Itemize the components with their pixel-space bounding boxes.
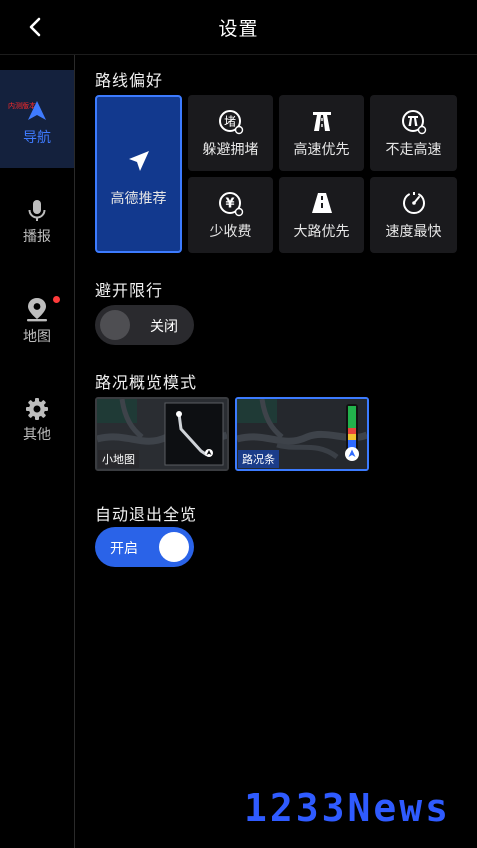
overview-mode-traffic-bar[interactable]: 路况条	[235, 397, 369, 471]
route-option-label: 不走高速	[385, 142, 442, 158]
sidebar: 内测版本 导航 播报 地图 其他	[0, 55, 75, 848]
page-title: 设置	[218, 18, 259, 40]
avoid-restriction-title: 避开限行	[95, 281, 164, 300]
highway-icon	[312, 112, 331, 131]
paper-plane-icon	[128, 151, 149, 171]
route-option-label: 高德推荐	[110, 191, 167, 207]
toggle-knob	[159, 532, 189, 562]
overview-mode-label: 小地图	[98, 450, 139, 468]
route-option-label: 速度最快	[385, 224, 442, 240]
main-road-icon	[311, 193, 332, 213]
speedometer-icon	[402, 192, 425, 215]
watermark: 1233News	[244, 786, 452, 830]
svg-text:¥: ¥	[225, 197, 234, 212]
overview-mode-label: 路况条	[238, 450, 279, 468]
sidebar-item-label: 播报	[23, 229, 51, 245]
route-preference-title: 路线偏好	[95, 71, 164, 90]
avoid-restriction-toggle[interactable]: 关闭	[95, 305, 194, 345]
traffic-overview-title: 路况概览模式	[95, 373, 198, 392]
auto-exit-toggle[interactable]: 开启	[95, 527, 194, 567]
top-bar: 设置	[0, 0, 477, 55]
map-pin-icon	[27, 298, 47, 322]
sidebar-item-map[interactable]: 地图	[0, 283, 74, 381]
route-option-label: 高速优先	[293, 142, 350, 158]
overview-mode-minimap[interactable]: 小地图	[95, 397, 229, 471]
microphone-icon	[28, 200, 46, 221]
sidebar-item-label: 导航	[23, 130, 51, 146]
route-option-label: 躲避拥堵	[202, 142, 259, 158]
sidebar-item-navigation[interactable]: 内测版本 导航	[0, 70, 74, 168]
gear-icon	[26, 398, 48, 420]
yuan-icon: ¥	[218, 192, 243, 217]
svg-text:堵: 堵	[223, 115, 235, 129]
sidebar-item-label: 其他	[23, 427, 51, 443]
route-option-label: 大路优先	[293, 224, 350, 240]
route-option-avoid-congestion[interactable]: 堵 躲避拥堵	[188, 95, 273, 171]
toggle-label: 开启	[110, 541, 138, 557]
notification-badge	[53, 296, 60, 303]
avoid-congestion-icon: 堵	[218, 110, 243, 135]
navigation-arrow-icon	[28, 101, 46, 120]
no-highway-icon	[401, 110, 426, 135]
route-option-main-road[interactable]: 大路优先	[279, 177, 364, 253]
toggle-knob	[100, 310, 130, 340]
sidebar-item-broadcast[interactable]: 播报	[0, 183, 74, 281]
route-option-fastest[interactable]: 速度最快	[370, 177, 457, 253]
toggle-label: 关闭	[150, 319, 178, 335]
sidebar-item-other[interactable]: 其他	[0, 383, 74, 481]
auto-exit-title: 自动退出全览	[95, 505, 198, 524]
route-option-highway-first[interactable]: 高速优先	[279, 95, 364, 171]
route-option-recommended[interactable]: 高德推荐	[95, 95, 182, 253]
route-option-less-toll[interactable]: ¥ 少收费	[188, 177, 273, 253]
route-option-no-highway[interactable]: 不走高速	[370, 95, 457, 171]
sidebar-item-label: 地图	[23, 329, 51, 345]
route-option-label: 少收费	[209, 224, 252, 240]
